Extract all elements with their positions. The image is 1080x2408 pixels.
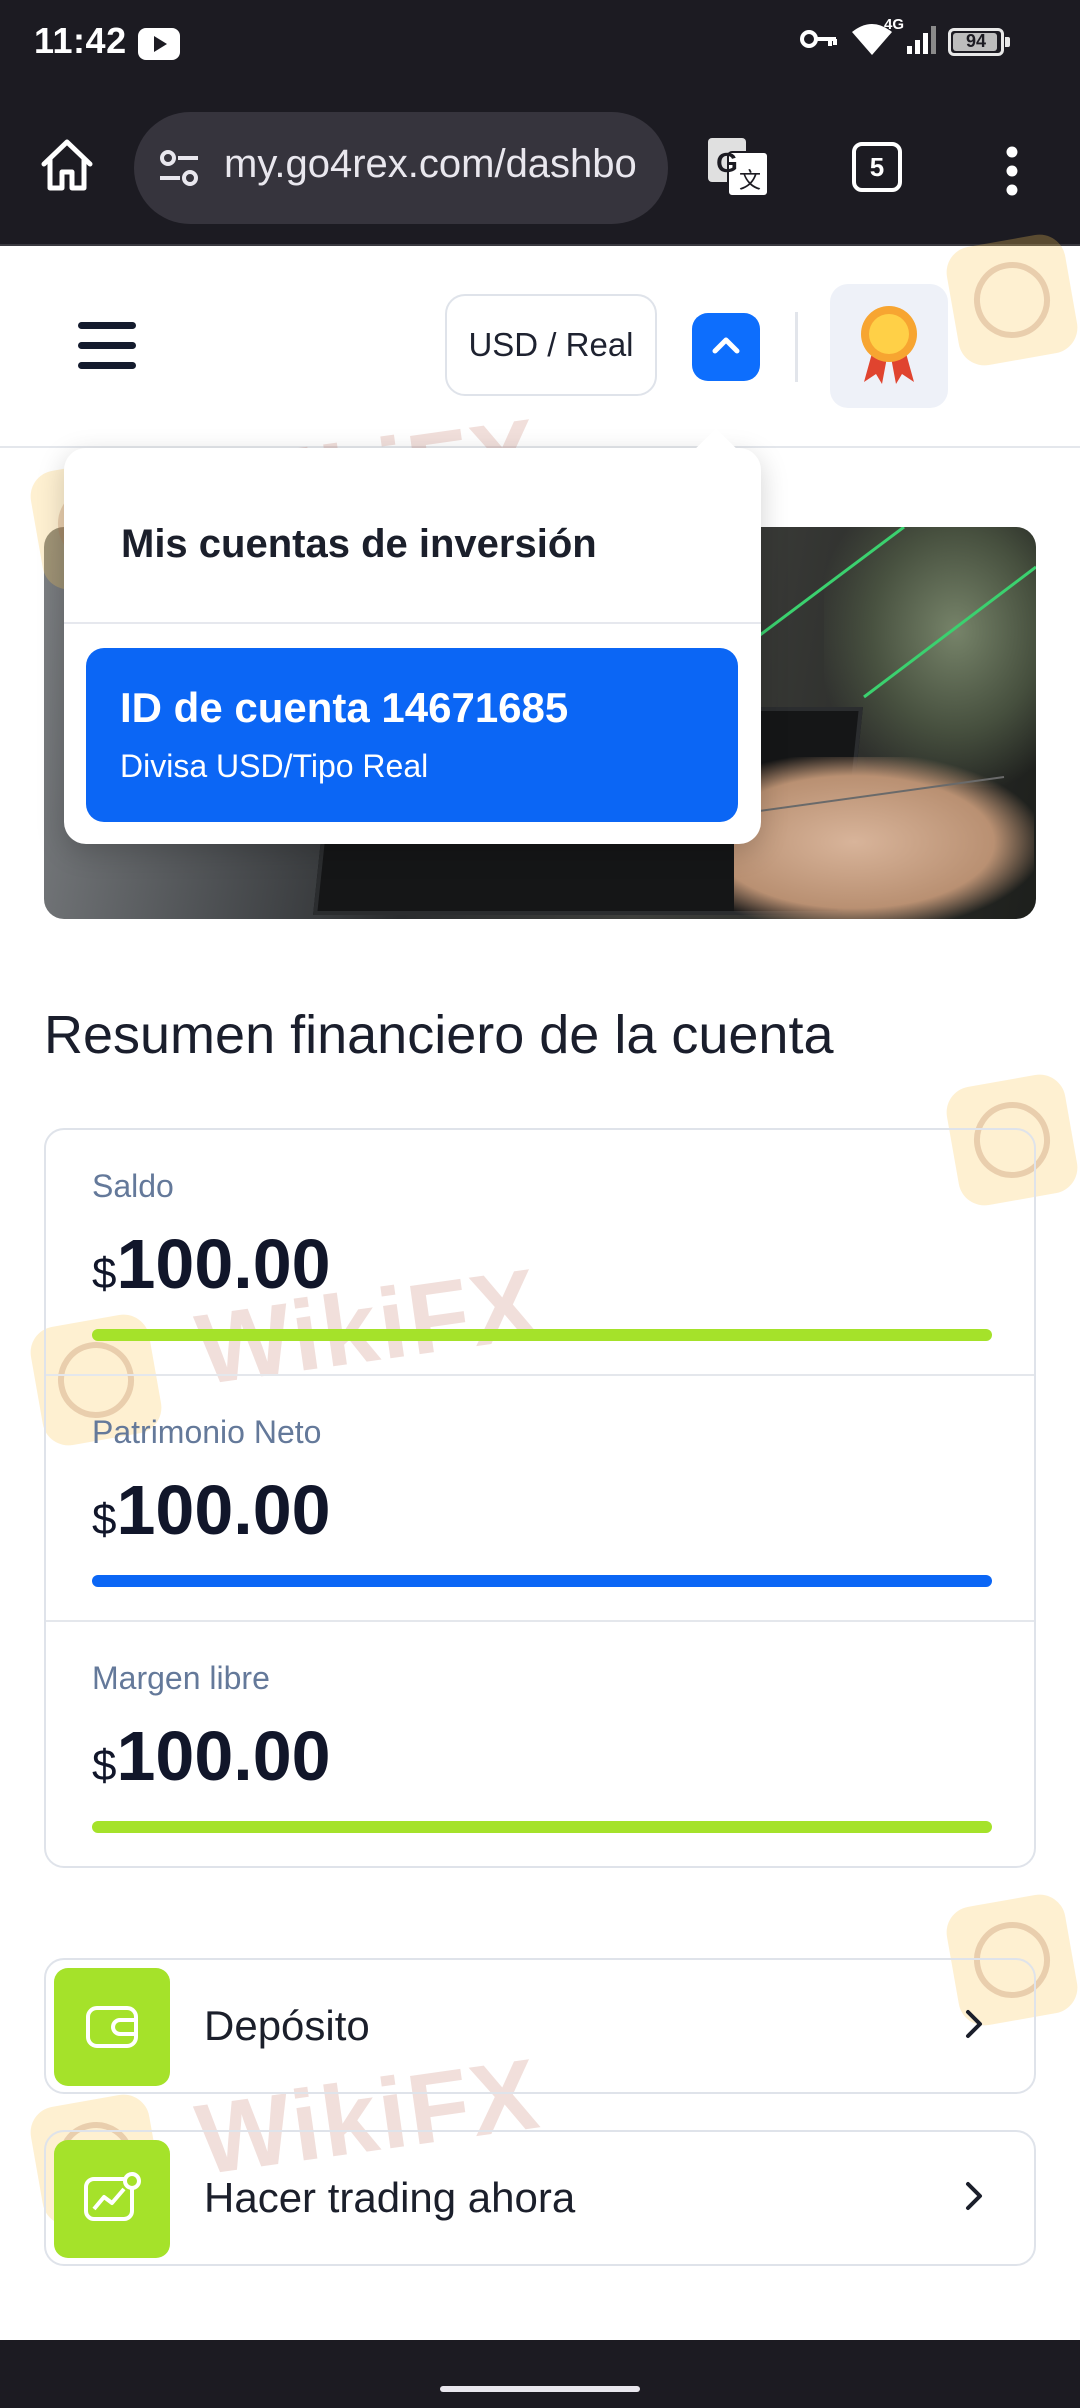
metric-balance: Saldo $100.00 [46, 1130, 1034, 1376]
system-navigation-bar [0, 2340, 1080, 2408]
chevron-up-icon [711, 335, 741, 360]
award-badge-icon [854, 302, 924, 391]
dropdown-divider [64, 622, 761, 624]
svg-text:G: G [716, 147, 738, 178]
status-bar: 11:42 4G 94 [0, 0, 1080, 92]
action-label: Depósito [204, 2002, 370, 2049]
account-details: Divisa USD/Tipo Real [120, 748, 429, 784]
status-time: 11:42 [34, 20, 127, 61]
app-header: USD / Real [0, 246, 1080, 448]
metric-value: $100.00 [92, 1224, 331, 1304]
achievements-button[interactable] [830, 284, 948, 408]
wifi-icon: 4G [850, 16, 904, 61]
site-settings-icon[interactable] [156, 146, 202, 195]
account-id: ID de cuenta 14671685 [120, 684, 569, 731]
account-selector[interactable]: USD / Real [445, 294, 657, 396]
wallet-icon [54, 1968, 170, 2086]
network-type: 4G [883, 16, 904, 33]
signal-icon [906, 24, 936, 59]
browser-toolbar: my.go4rex.com/dashbo G文 5 [0, 92, 1080, 246]
metric-equity: Patrimonio Neto $100.00 [46, 1376, 1034, 1622]
dropdown-title: Mis cuentas de inversión [121, 522, 597, 566]
currency-symbol: $ [92, 1741, 117, 1790]
metric-label: Patrimonio Neto [92, 1414, 322, 1450]
battery-level: 94 [965, 31, 987, 51]
translate-icon[interactable]: G文 [706, 136, 770, 203]
hamburger-menu-icon[interactable] [78, 322, 136, 370]
action-label: Hacer trading ahora [204, 2174, 576, 2221]
metric-progress-bar [92, 1329, 992, 1341]
home-icon[interactable] [38, 136, 96, 199]
vpn-key-icon [800, 27, 838, 56]
metric-value: $100.00 [92, 1470, 331, 1550]
chart-trend-icon [54, 2140, 170, 2258]
currency-symbol: $ [92, 1249, 117, 1298]
chevron-right-icon [964, 2180, 984, 2217]
deposit-button[interactable]: Depósito [44, 1958, 1036, 2094]
metric-value: $100.00 [92, 1716, 331, 1796]
metric-amount: 100.00 [116, 1471, 331, 1549]
header-divider [795, 312, 798, 382]
gesture-handle[interactable] [440, 2386, 640, 2392]
address-bar[interactable]: my.go4rex.com/dashbo [134, 112, 668, 224]
metric-amount: 100.00 [116, 1225, 331, 1303]
metric-progress-bar [92, 1821, 992, 1833]
metric-label: Saldo [92, 1168, 174, 1204]
metric-progress-bar [92, 1575, 992, 1587]
currency-symbol: $ [92, 1495, 117, 1544]
tab-switcher-button[interactable]: 5 [852, 142, 902, 192]
battery-icon: 94 [948, 27, 1010, 56]
account-dropdown-toggle[interactable] [692, 313, 760, 381]
account-option[interactable]: ID de cuenta 14671685 Divisa USD/Tipo Re… [86, 648, 738, 822]
chevron-right-icon [964, 2008, 984, 2045]
trade-now-button[interactable]: Hacer trading ahora [44, 2130, 1036, 2266]
metric-free-margin: Margen libre $100.00 [46, 1622, 1034, 1868]
svg-text:文: 文 [739, 168, 761, 193]
metric-amount: 100.00 [116, 1717, 331, 1795]
more-menu-icon[interactable] [1005, 146, 1019, 201]
metric-label: Margen libre [92, 1660, 270, 1696]
investment-accounts-dropdown: Mis cuentas de inversión ID de cuenta 14… [64, 448, 761, 844]
youtube-icon [138, 28, 180, 65]
url-text: my.go4rex.com/dashbo [224, 142, 637, 186]
financial-summary-card: Saldo $100.00 Patrimonio Neto $100.00 Ma… [44, 1128, 1036, 1868]
summary-title: Resumen financiero de la cuenta [44, 1005, 834, 1065]
